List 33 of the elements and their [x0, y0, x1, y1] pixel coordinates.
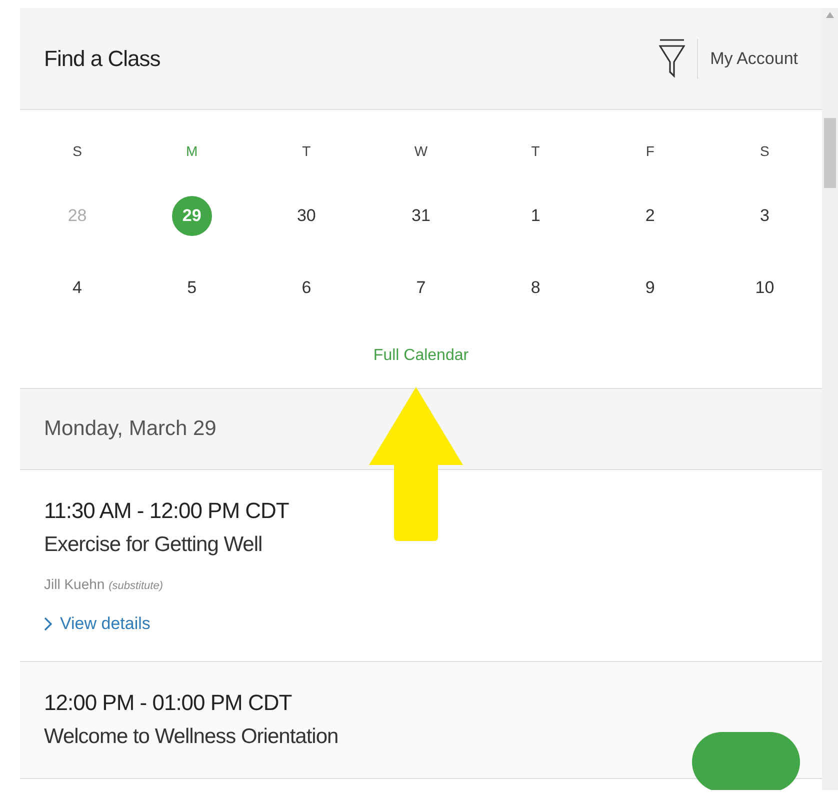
calendar-day[interactable]: 4	[57, 268, 98, 308]
page-title: Find a Class	[44, 45, 160, 73]
scrollbar[interactable]	[822, 8, 838, 790]
calendar-day[interactable]: 2	[630, 196, 670, 236]
calendar-day[interactable]: 7	[400, 268, 441, 308]
calendar-day[interactable]: 5	[172, 268, 212, 308]
weekday-label: T	[531, 142, 540, 160]
instructor-name: Jill Kuehn (substitute)	[44, 575, 164, 594]
class-time: 12:00 PM - 01:00 PM CDT	[44, 688, 293, 716]
scroll-up-icon[interactable]	[826, 12, 834, 18]
weekday-label: S	[72, 142, 82, 160]
view-details-link[interactable]: View details	[44, 611, 150, 636]
weekday-label: F	[646, 142, 654, 160]
weekday-label: T	[302, 142, 311, 160]
scrollbar-thumb[interactable]	[824, 118, 836, 188]
date-heading: Monday, March 29	[44, 416, 216, 442]
class-name: Exercise for Getting Well	[44, 532, 264, 558]
calendar-day[interactable]: 31	[400, 196, 441, 236]
weekday-label: S	[760, 142, 770, 160]
calendar-day[interactable]: 3	[744, 196, 785, 236]
calendar-day[interactable]: 8	[516, 268, 556, 308]
class-time: 11:30 AM - 12:00 PM CDT	[44, 497, 290, 525]
calendar-day[interactable]: 9	[630, 268, 670, 308]
calendar-day[interactable]: 30	[286, 196, 326, 236]
weekday-label: W	[414, 142, 428, 160]
calendar-day[interactable]: 10	[744, 268, 785, 308]
weekday-label: M	[186, 142, 198, 160]
chevron-right-icon	[44, 616, 52, 631]
calendar-day[interactable]: 6	[286, 268, 326, 308]
filter-icon[interactable]	[659, 38, 686, 80]
class-name: Welcome to Wellness Orientation	[44, 724, 340, 750]
my-account-link[interactable]: My Account	[710, 46, 798, 72]
calendar-day[interactable]: 1	[516, 196, 556, 236]
